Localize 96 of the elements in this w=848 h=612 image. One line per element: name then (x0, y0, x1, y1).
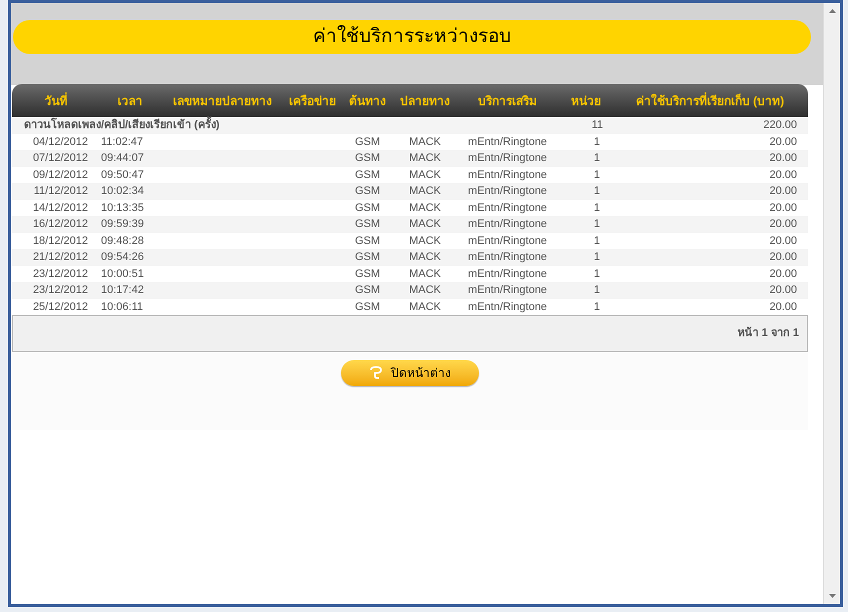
table-cell: 20.00 (612, 200, 808, 216)
table-cell: 21/12/2012 (12, 249, 100, 266)
scroll-up-icon[interactable] (828, 9, 836, 13)
table-cell: 10:13:35 (100, 200, 160, 216)
table-cell: mEntn/Ringtone (455, 298, 560, 315)
scroll-down-icon[interactable] (828, 594, 836, 598)
table-cell: 1 (560, 183, 612, 200)
table-cell: 23/12/2012 (12, 266, 100, 282)
table-cell: 10:00:51 (100, 266, 160, 282)
table-cell: GSM (340, 232, 395, 249)
table-cell: 20.00 (612, 282, 808, 298)
hook-icon (369, 366, 383, 380)
column-header: วันที่ (12, 84, 100, 117)
table-cell: mEntn/Ringtone (455, 134, 560, 150)
table-cell: 1 (560, 298, 612, 315)
table-cell: 20.00 (612, 183, 808, 200)
table-cell: GSM (340, 249, 395, 266)
table-cell: 09/12/2012 (12, 166, 100, 183)
column-header: ปลายทาง (395, 84, 455, 117)
table-cell: 1 (560, 249, 612, 266)
table-cell: 1 (560, 282, 612, 298)
table-cell: MACK (395, 282, 455, 298)
scrollbar[interactable] (823, 3, 840, 604)
table-cell: 09:44:07 (100, 150, 160, 166)
column-header: เลขหมายปลายทาง (160, 84, 285, 117)
table-cell: MACK (395, 266, 455, 282)
table-cell: MACK (395, 216, 455, 232)
table-cell: mEntn/Ringtone (455, 282, 560, 298)
table-cell: GSM (340, 134, 395, 150)
column-header: ต้นทาง (340, 84, 395, 117)
dialog-title: ค่าใช้บริการระหว่างรอบ (13, 20, 811, 54)
column-header: เวลา (100, 84, 160, 117)
table-cell: 11:02:47 (100, 134, 160, 150)
table-cell: 20.00 (612, 134, 808, 150)
table-cell: 1 (560, 266, 612, 282)
group-label: ดาวนโหลดเพลง/คลิป/เสียงเรียกเข้า (ครั้ง) (12, 117, 560, 134)
table-cell: GSM (340, 216, 395, 232)
table-cell: mEntn/Ringtone (455, 166, 560, 183)
table-cell: 04/12/2012 (12, 134, 100, 150)
table-cell: 1 (560, 216, 612, 232)
table-cell: 11/12/2012 (12, 183, 100, 200)
table-cell: MACK (395, 200, 455, 216)
table-cell: 09:50:47 (100, 166, 160, 183)
table-cell: 20.00 (612, 266, 808, 282)
table-cell: 16/12/2012 (12, 216, 100, 232)
table-cell: 20.00 (612, 249, 808, 266)
table-cell: mEntn/Ringtone (455, 150, 560, 166)
table-cell: GSM (340, 183, 395, 200)
table-cell: 1 (560, 232, 612, 249)
table-cell: 220.00 (612, 117, 808, 134)
table-cell: 07/12/2012 (12, 150, 100, 166)
table-cell: mEntn/Ringtone (455, 200, 560, 216)
column-header: บริการเสริม (455, 84, 560, 117)
table-cell: 20.00 (612, 216, 808, 232)
table-cell: 09:59:39 (100, 216, 160, 232)
table-cell: 10:06:11 (100, 298, 160, 315)
close-window-button[interactable]: ปิดหน้าต่าง (341, 360, 479, 386)
table-cell: 09:48:28 (100, 232, 160, 249)
table-cell: mEntn/Ringtone (455, 266, 560, 282)
table-cell: 10:02:34 (100, 183, 160, 200)
table-cell: GSM (340, 166, 395, 183)
table-cell: 20.00 (612, 232, 808, 249)
table-cell: 23/12/2012 (12, 282, 100, 298)
table-cell: GSM (340, 150, 395, 166)
table-cell: mEntn/Ringtone (455, 183, 560, 200)
page-indicator: หน้า 1 จาก 1 (738, 326, 799, 342)
table-cell: 14/12/2012 (12, 200, 100, 216)
table-cell: 1 (560, 166, 612, 183)
table-cell: 1 (560, 134, 612, 150)
column-header: ค่าใช้บริการที่เรียกเก็บ (บาท) (612, 84, 808, 117)
table-cell: GSM (340, 266, 395, 282)
table-cell: GSM (340, 282, 395, 298)
table-cell: MACK (395, 183, 455, 200)
table-cell: MACK (395, 166, 455, 183)
table-cell: 18/12/2012 (12, 232, 100, 249)
table-cell: MACK (395, 134, 455, 150)
table-cell: 10:17:42 (100, 282, 160, 298)
table-cell: 09:54:26 (100, 249, 160, 266)
table-cell: mEntn/Ringtone (455, 216, 560, 232)
table-cell: 20.00 (612, 166, 808, 183)
table-cell: MACK (395, 150, 455, 166)
table-cell: mEntn/Ringtone (455, 232, 560, 249)
table-cell: GSM (340, 298, 395, 315)
table-cell: 1 (560, 200, 612, 216)
table-cell: GSM (340, 200, 395, 216)
table-cell: 20.00 (612, 298, 808, 315)
table-cell: 11 (560, 117, 612, 134)
table-cell: 1 (560, 150, 612, 166)
table-cell: MACK (395, 298, 455, 315)
column-header: หน่วย (560, 84, 612, 117)
column-header: เครือข่าย (285, 84, 340, 117)
table-cell: 25/12/2012 (12, 298, 100, 315)
table-cell: MACK (395, 249, 455, 266)
table-cell: 20.00 (612, 150, 808, 166)
table-cell: mEntn/Ringtone (455, 249, 560, 266)
table-cell: MACK (395, 232, 455, 249)
